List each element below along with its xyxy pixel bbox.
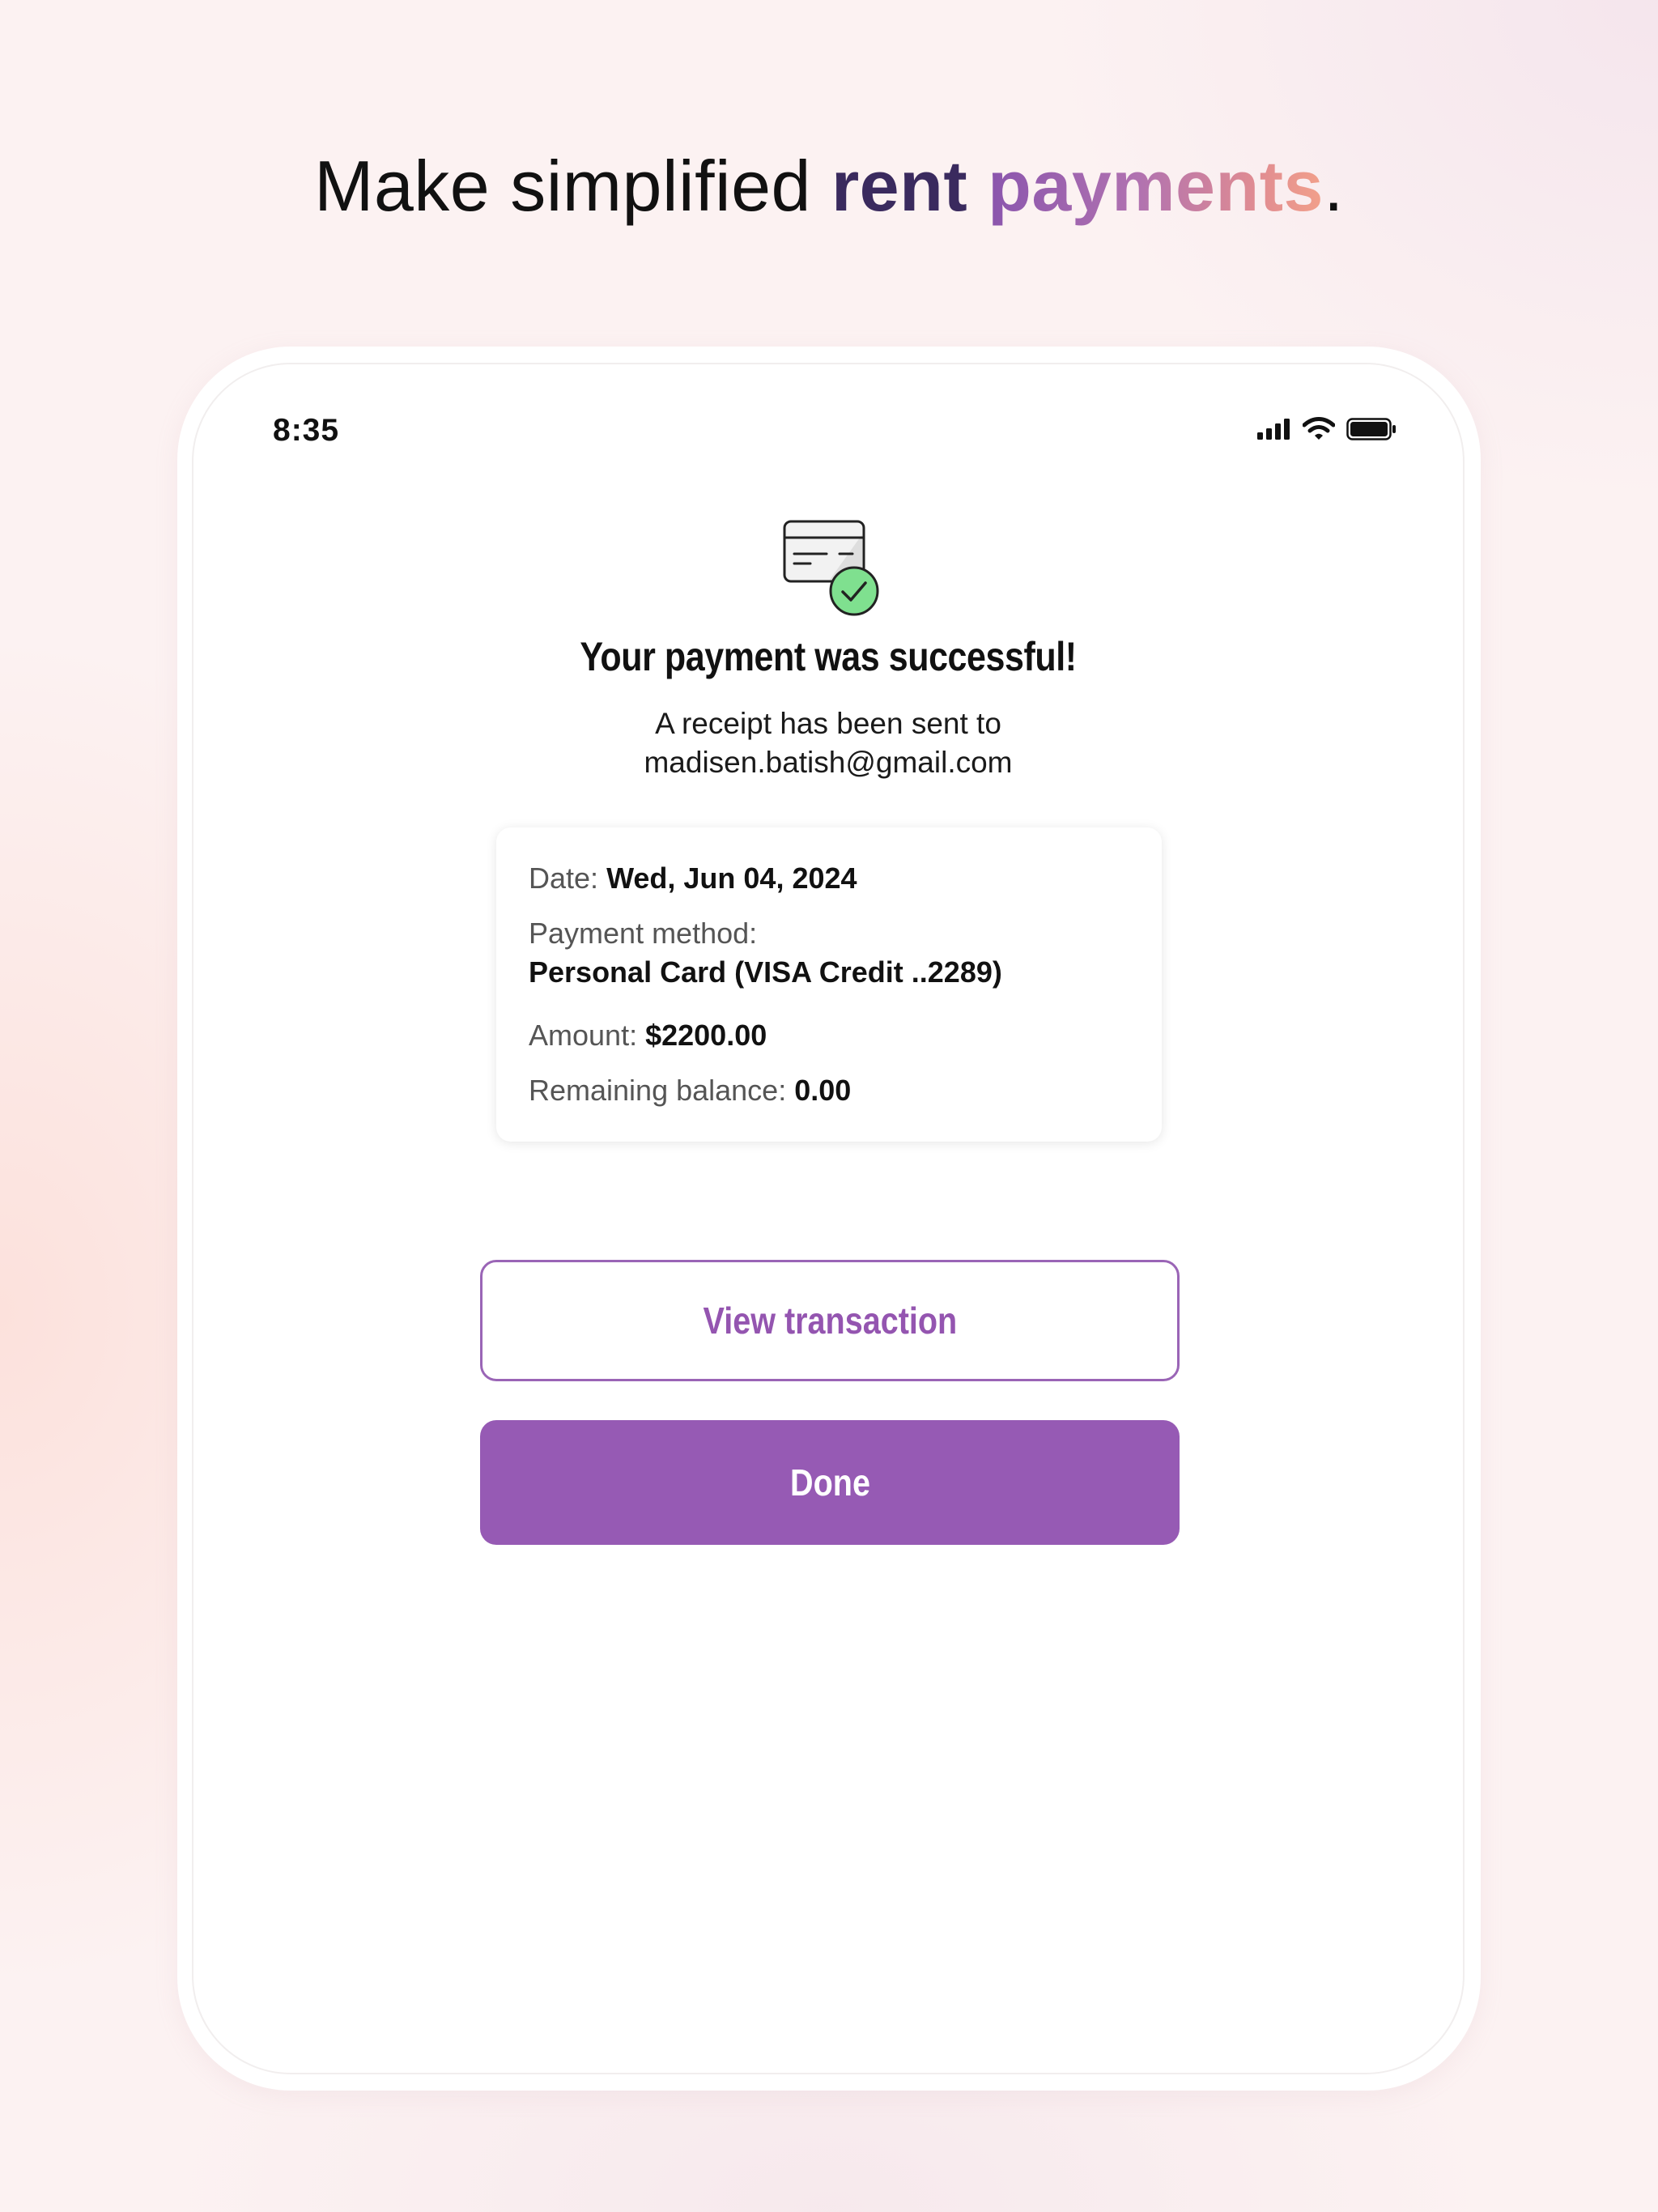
headline-period: . bbox=[1323, 146, 1344, 226]
headline-lead: Make simplified bbox=[314, 146, 831, 226]
tablet-device-frame: 8:35 Your payment was successful! A rece… bbox=[177, 347, 1481, 2091]
payment-success-title: Your payment was successful! bbox=[580, 634, 1077, 679]
date-row: Date: Wed, Jun 04, 2024 bbox=[529, 861, 857, 895]
amount-row: Amount: $2200.00 bbox=[529, 1019, 767, 1053]
app-screen: 8:35 Your payment was successful! A rece… bbox=[192, 363, 1465, 2074]
date-value: Wed, Jun 04, 2024 bbox=[606, 861, 857, 895]
headline-space bbox=[967, 146, 988, 226]
headline-highlight-rent: rent bbox=[831, 146, 968, 226]
payment-summary-card: Date: Wed, Jun 04, 2024 Payment method: … bbox=[496, 827, 1162, 1142]
amount-label: Amount: bbox=[529, 1019, 638, 1052]
status-bar-icons bbox=[1257, 413, 1397, 445]
balance-label: Remaining balance: bbox=[529, 1074, 787, 1107]
headline-highlight-payments: payments bbox=[988, 146, 1324, 226]
balance-row: Remaining balance: 0.00 bbox=[529, 1074, 851, 1108]
receipt-message: A receipt has been sent to madisen.batis… bbox=[193, 704, 1463, 782]
cellular-signal-icon bbox=[1257, 419, 1290, 440]
date-label: Date: bbox=[529, 861, 599, 895]
marketing-headline: Make simplified rent payments. bbox=[0, 138, 1658, 235]
receipt-line: A receipt has been sent to bbox=[655, 707, 1001, 740]
payment-method-label: Payment method: bbox=[529, 917, 758, 950]
view-transaction-button[interactable]: View transaction bbox=[480, 1260, 1180, 1381]
done-label: Done bbox=[789, 1461, 870, 1504]
receipt-email: madisen.batish@gmail.com bbox=[644, 746, 1013, 779]
wifi-icon bbox=[1303, 417, 1335, 440]
amount-value: $2200.00 bbox=[645, 1019, 767, 1052]
card-check-icon bbox=[783, 520, 879, 616]
balance-value: 0.00 bbox=[794, 1074, 852, 1107]
battery-icon bbox=[1346, 418, 1396, 440]
done-button[interactable]: Done bbox=[480, 1420, 1180, 1545]
status-bar-time: 8:35 bbox=[273, 413, 340, 448]
view-transaction-label: View transaction bbox=[703, 1300, 957, 1342]
payment-method-value: Personal Card (VISA Credit ..2289) bbox=[529, 955, 1002, 989]
